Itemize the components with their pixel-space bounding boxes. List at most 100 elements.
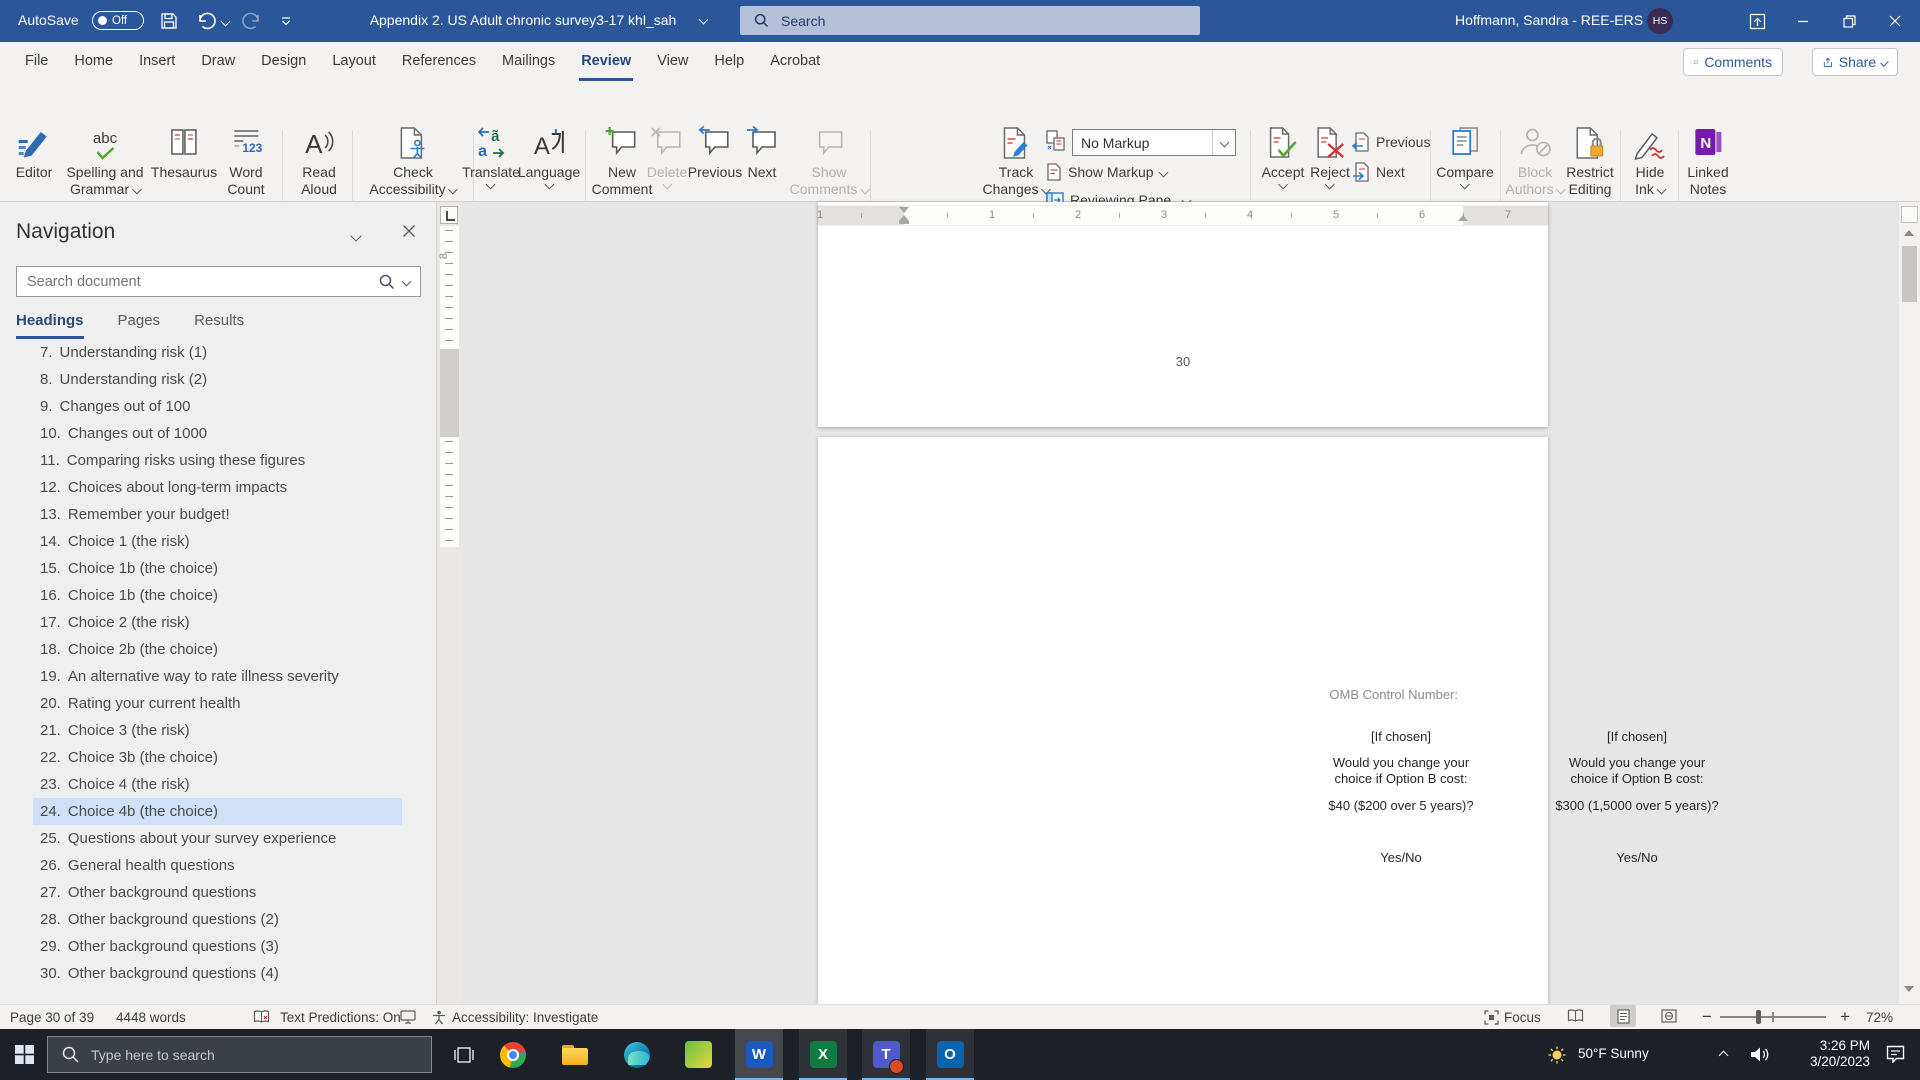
- text-predictions-indicator[interactable]: Text Predictions: On: [280, 1005, 401, 1029]
- undo-icon[interactable]: [196, 11, 218, 36]
- first-line-indent-marker[interactable]: [899, 207, 909, 213]
- avatar[interactable]: HS: [1647, 8, 1673, 34]
- nav-heading-item[interactable]: 27.Other background questions: [33, 879, 402, 906]
- accessibility-indicator[interactable]: Accessibility: Investigate: [452, 1005, 598, 1029]
- zoom-slider-thumb[interactable]: [1756, 1010, 1761, 1024]
- nav-heading-item[interactable]: 29.Other background questions (3): [33, 933, 402, 960]
- zoom-out-button[interactable]: −: [1702, 1005, 1712, 1029]
- ribbon-tab-mailings[interactable]: Mailings: [489, 42, 568, 81]
- pinned-app-icon[interactable]: [674, 1029, 722, 1080]
- weather-status[interactable]: 50°F Sunny: [1578, 1046, 1649, 1061]
- nav-heading-item[interactable]: 17.Choice 2 (the risk): [33, 609, 402, 636]
- track-changes-button[interactable]: Track Changes: [982, 126, 1049, 198]
- ribbon-tab-draw[interactable]: Draw: [188, 42, 248, 81]
- ribbon-tab-insert[interactable]: Insert: [126, 42, 188, 81]
- outlook-taskbar-icon[interactable]: O: [926, 1029, 974, 1080]
- nav-heading-item[interactable]: 24.Choice 4b (the choice): [33, 798, 402, 825]
- nav-heading-item[interactable]: 7.Understanding risk (1): [33, 346, 402, 366]
- search-input[interactable]: [779, 12, 1143, 30]
- file-explorer-icon[interactable]: [551, 1029, 599, 1080]
- accessibility-icon[interactable]: [432, 1005, 446, 1029]
- document-search-input[interactable]: [17, 273, 379, 291]
- minimize-button[interactable]: [1780, 0, 1826, 42]
- edge-icon[interactable]: [613, 1029, 661, 1080]
- nav-heading-item[interactable]: 28.Other background questions (2): [33, 906, 402, 933]
- right-indent-marker[interactable]: [1458, 215, 1468, 221]
- reject-button[interactable]: Reject: [1310, 126, 1350, 188]
- word-taskbar-icon[interactable]: W: [735, 1029, 783, 1080]
- web-layout-view-button[interactable]: [1656, 1005, 1682, 1027]
- taskbar-search-box[interactable]: Type here to search: [47, 1036, 432, 1073]
- page-indicator[interactable]: Page 30 of 39: [10, 1005, 94, 1029]
- ribbon-tab-file[interactable]: File: [12, 42, 61, 81]
- ribbon-tab-layout[interactable]: Layout: [319, 42, 389, 81]
- nav-heading-item[interactable]: 23.Choice 4 (the risk): [33, 771, 402, 798]
- close-icon[interactable]: [1872, 0, 1918, 42]
- translate-button[interactable]: ãa Translate: [462, 126, 520, 188]
- show-markup-button[interactable]: Show Markup: [1046, 163, 1167, 181]
- tab-stop-selector[interactable]: [440, 206, 458, 224]
- chrome-icon[interactable]: [489, 1029, 537, 1080]
- previous-comment-button[interactable]: Previous: [688, 126, 742, 181]
- search-options-chevron[interactable]: [402, 277, 412, 287]
- nav-tab-results[interactable]: Results: [194, 312, 244, 339]
- document-search-box[interactable]: [16, 266, 421, 297]
- nav-heading-item[interactable]: 11.Comparing risks using these figures: [33, 447, 402, 474]
- navigation-pane-chevron[interactable]: [350, 230, 361, 241]
- spelling-grammar-button[interactable]: abc Spelling and Grammar: [66, 126, 143, 198]
- new-comment-button[interactable]: New Comment: [592, 126, 653, 198]
- ribbon-tab-review[interactable]: Review: [568, 42, 644, 81]
- nav-heading-item[interactable]: 9.Changes out of 100: [33, 393, 402, 420]
- ribbon-tab-home[interactable]: Home: [61, 42, 126, 81]
- language-button[interactable]: A Language: [518, 126, 580, 188]
- nav-heading-item[interactable]: 12.Choices about long-term impacts: [33, 474, 402, 501]
- zoom-in-button[interactable]: +: [1840, 1005, 1850, 1029]
- save-icon[interactable]: [160, 12, 178, 35]
- proofing-status-icon[interactable]: [253, 1005, 270, 1029]
- linked-notes-button[interactable]: N Linked Notes: [1687, 126, 1728, 198]
- display-for-review-select[interactable]: No Markup: [1072, 129, 1236, 156]
- next-change-button[interactable]: Next: [1352, 162, 1405, 182]
- scrollbar-top-box[interactable]: [1901, 206, 1918, 223]
- ribbon-tab-help[interactable]: Help: [701, 42, 757, 81]
- next-comment-button[interactable]: Next: [745, 126, 779, 181]
- share-button[interactable]: Share: [1812, 48, 1898, 76]
- quick-access-toolbar-chevron[interactable]: [280, 14, 292, 32]
- compare-button[interactable]: Compare: [1436, 126, 1494, 188]
- document-canvas[interactable]: 30 11234567 OMB Control Number: [If chos…: [462, 202, 1899, 1004]
- excel-taskbar-icon[interactable]: X: [799, 1029, 847, 1080]
- document-page-30[interactable]: 30: [818, 202, 1548, 427]
- teams-taskbar-icon[interactable]: T: [862, 1029, 910, 1080]
- left-indent-marker[interactable]: [899, 221, 909, 224]
- nav-heading-item[interactable]: 13.Remember your budget!: [33, 501, 402, 528]
- nav-heading-item[interactable]: 15.Choice 1b (the choice): [33, 555, 402, 582]
- scroll-down-arrow[interactable]: [1904, 986, 1914, 992]
- scroll-up-arrow[interactable]: [1904, 230, 1914, 236]
- nav-heading-item[interactable]: 18.Choice 2b (the choice): [33, 636, 402, 663]
- title-dropdown-chevron[interactable]: [699, 15, 709, 25]
- ribbon-tab-view[interactable]: View: [644, 42, 701, 81]
- scrollbar-thumb[interactable]: [1902, 246, 1917, 302]
- editor-button[interactable]: Editor: [16, 126, 53, 181]
- ribbon-tab-design[interactable]: Design: [248, 42, 319, 81]
- nav-heading-item[interactable]: 10.Changes out of 1000: [33, 420, 402, 447]
- nav-heading-item[interactable]: 21.Choice 3 (the risk): [33, 717, 402, 744]
- ribbon-tab-references[interactable]: References: [389, 42, 489, 81]
- zoom-level[interactable]: 72%: [1866, 1005, 1893, 1029]
- nav-heading-item[interactable]: 19.An alternative way to rate illness se…: [33, 663, 402, 690]
- nav-heading-item[interactable]: 30.Other background questions (4): [33, 960, 402, 987]
- action-center-icon[interactable]: [1886, 1045, 1905, 1068]
- redo-icon[interactable]: [240, 11, 262, 36]
- clock[interactable]: 3:26 PM 3/20/2023: [1798, 1038, 1870, 1070]
- ribbon-tab-acrobat[interactable]: Acrobat: [757, 42, 833, 81]
- volume-icon[interactable]: [1750, 1046, 1769, 1068]
- start-button[interactable]: [0, 1029, 48, 1080]
- undo-dropdown-chevron[interactable]: [221, 17, 231, 27]
- navigation-pane-close-icon[interactable]: [402, 224, 416, 243]
- focus-button[interactable]: Focus: [1484, 1005, 1541, 1029]
- nav-heading-item[interactable]: 26.General health questions: [33, 852, 402, 879]
- previous-change-button[interactable]: Previous: [1352, 132, 1430, 152]
- read-aloud-button[interactable]: A Read Aloud: [301, 126, 337, 198]
- check-accessibility-button[interactable]: Check Accessibility: [369, 126, 456, 198]
- read-mode-view-button[interactable]: [1562, 1005, 1588, 1027]
